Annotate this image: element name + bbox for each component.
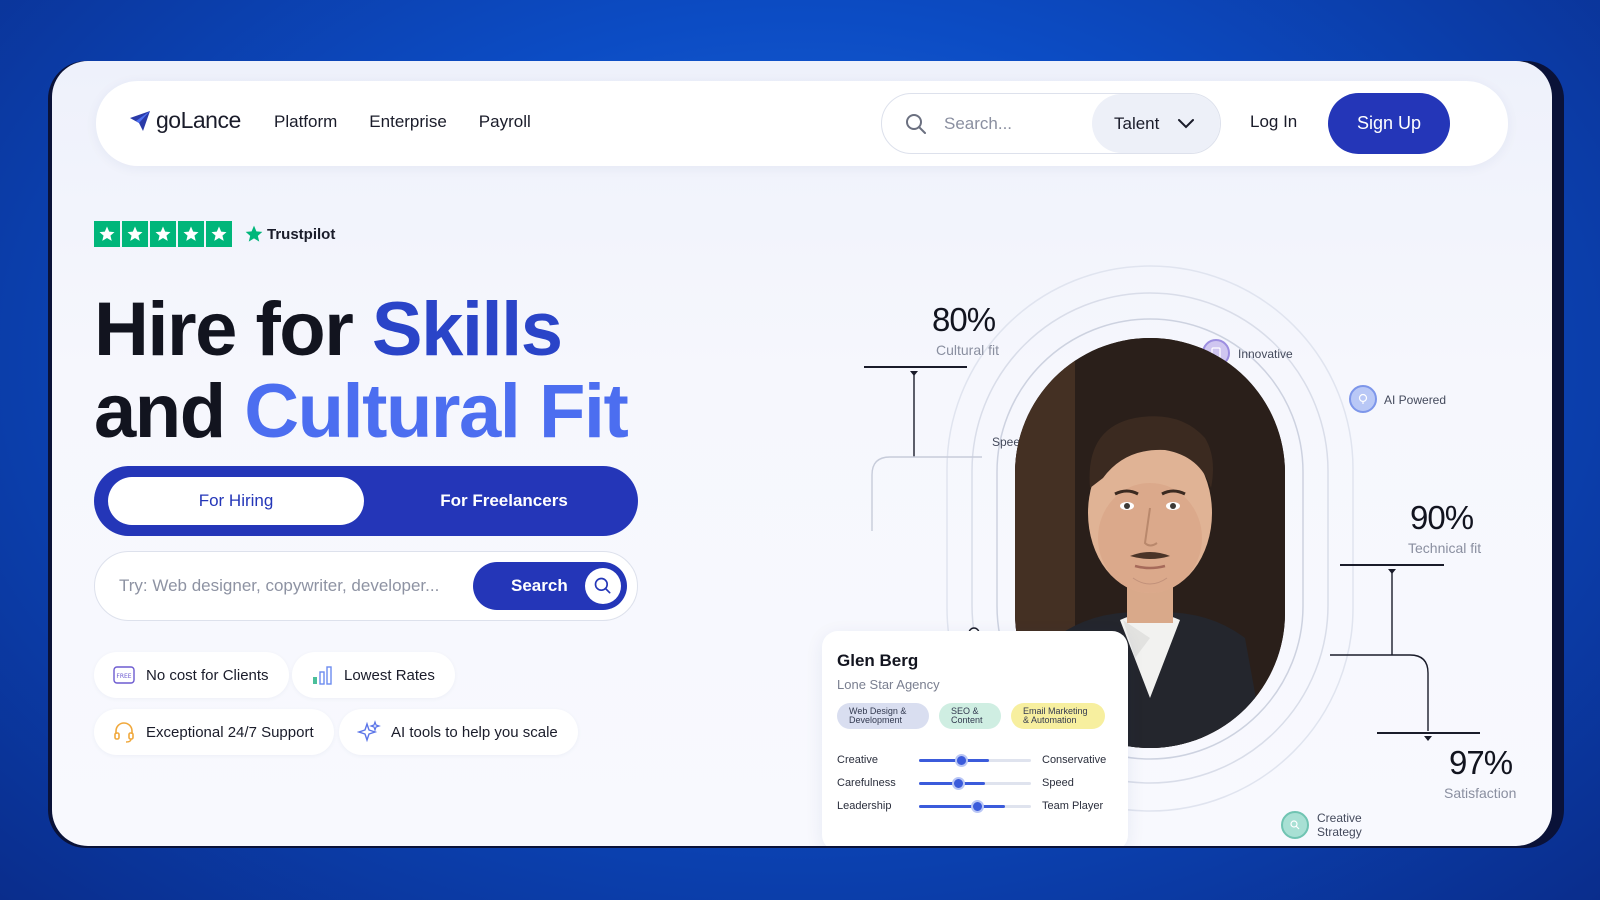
stat-technical-fit-value: 90% bbox=[1410, 499, 1474, 536]
trustpilot-rating[interactable]: Trustpilot bbox=[94, 221, 335, 247]
tag-creative-strategy: Creative Strategy bbox=[1317, 811, 1362, 839]
headset-icon bbox=[114, 722, 134, 743]
talent-dropdown[interactable]: Talent bbox=[1092, 94, 1220, 153]
trait-left-label: Leadership bbox=[837, 800, 892, 812]
star-icon bbox=[94, 221, 120, 247]
profile-name: Glen Berg bbox=[837, 651, 919, 670]
logo[interactable]: goLance bbox=[128, 107, 241, 134]
logo-icon bbox=[130, 110, 150, 131]
bar-chart-icon bbox=[313, 666, 332, 685]
slider-thumb bbox=[971, 800, 984, 813]
sparkle-icon bbox=[357, 720, 381, 743]
search-icon bbox=[906, 114, 926, 134]
headline-line2-blue: Cultural Fit bbox=[244, 369, 629, 454]
slider-fill bbox=[919, 759, 989, 762]
trustpilot-stars bbox=[94, 221, 232, 247]
feature-support: Exceptional 24/7 Support bbox=[94, 709, 334, 755]
headline-line1-blue: Skills bbox=[371, 287, 563, 372]
tag-innovative: Innovative bbox=[1238, 347, 1293, 361]
slider-thumb bbox=[952, 777, 965, 790]
feature-label: No cost for Clients bbox=[146, 666, 269, 684]
lightbulb-icon bbox=[1349, 385, 1377, 413]
top-navbar: goLance Platform Enterprise Payroll Tale… bbox=[96, 81, 1508, 166]
logo-text: goLance bbox=[156, 107, 241, 133]
login-link[interactable]: Log In bbox=[1250, 112, 1297, 132]
page-frame: goLance Platform Enterprise Payroll Tale… bbox=[52, 61, 1552, 846]
hero-search-input[interactable] bbox=[119, 572, 449, 600]
feature-label: Exceptional 24/7 Support bbox=[146, 723, 314, 741]
chevron-down-icon bbox=[1178, 118, 1195, 128]
nav-link-payroll[interactable]: Payroll bbox=[479, 112, 531, 132]
hero-search-button[interactable]: Search bbox=[473, 562, 627, 610]
stat-cultural-fit-label: Cultural fit bbox=[936, 342, 1000, 358]
stat-satisfaction-value: 97% bbox=[1449, 744, 1513, 781]
trait-right-label: Conservative bbox=[1042, 754, 1107, 766]
slider-thumb bbox=[955, 754, 968, 767]
trait-left-label: Carefulness bbox=[837, 777, 896, 789]
hero-headline: Hire for Skills and Cultural Fit bbox=[94, 287, 629, 454]
trait-right-label: Team Player bbox=[1042, 800, 1104, 812]
skill-chip: Email Marketing & Automation bbox=[1011, 703, 1105, 729]
trait-slider bbox=[919, 754, 1031, 767]
svg-text:FREE: FREE bbox=[116, 673, 131, 680]
headline-line2-dark: and bbox=[94, 369, 245, 454]
nav-search-bar: Talent bbox=[881, 93, 1221, 154]
creative-strategy-icon bbox=[1281, 811, 1309, 839]
audience-toggle: For Hiring For Freelancers bbox=[94, 466, 638, 536]
stat-cultural-fit-value: 80% bbox=[932, 301, 996, 338]
free-badge-icon: FREE bbox=[113, 666, 135, 684]
stat-technical-fit-label: Technical fit bbox=[1408, 540, 1482, 556]
hero-search-bar: Search bbox=[94, 551, 638, 621]
skill-chip: SEO & Content bbox=[939, 703, 1001, 729]
feature-label: Lowest Rates bbox=[344, 666, 435, 684]
nav-links: Platform Enterprise Payroll bbox=[274, 112, 531, 132]
trait-right-label: Speed bbox=[1042, 777, 1074, 789]
star-icon bbox=[150, 221, 176, 247]
talent-dropdown-label: Talent bbox=[1114, 113, 1160, 133]
skill-chip: Web Design & Development bbox=[837, 703, 929, 729]
trustpilot-logo: Trustpilot bbox=[244, 224, 335, 244]
star-icon bbox=[206, 221, 232, 247]
feature-ai-tools: AI tools to help you scale bbox=[339, 709, 578, 755]
tab-for-hiring[interactable]: For Hiring bbox=[108, 477, 364, 525]
feature-label: AI tools to help you scale bbox=[391, 723, 558, 741]
profile-card[interactable]: Glen Berg Lone Star Agency Web Design & … bbox=[822, 631, 1128, 846]
trait-left-label: Creative bbox=[837, 754, 878, 766]
tab-for-freelancers[interactable]: For Freelancers bbox=[394, 477, 614, 525]
nav-search-input[interactable] bbox=[944, 110, 1084, 138]
feature-no-cost: FREE No cost for Clients bbox=[94, 652, 289, 698]
feature-lowest-rates: Lowest Rates bbox=[292, 652, 455, 698]
slider-fill bbox=[919, 805, 1005, 808]
stat-satisfaction-label: Satisfaction bbox=[1444, 785, 1517, 801]
nav-link-enterprise[interactable]: Enterprise bbox=[369, 112, 446, 132]
trustpilot-star-icon bbox=[245, 225, 263, 242]
search-icon bbox=[585, 568, 621, 604]
star-icon bbox=[178, 221, 204, 247]
trustpilot-label: Trustpilot bbox=[267, 225, 336, 243]
trait-slider bbox=[919, 800, 1031, 813]
tag-ai-powered: AI Powered bbox=[1384, 393, 1447, 407]
star-icon bbox=[122, 221, 148, 247]
nav-link-platform[interactable]: Platform bbox=[274, 112, 337, 132]
headline-line1-dark: Hire for bbox=[94, 287, 372, 372]
trait-slider bbox=[919, 777, 1031, 790]
hero-search-button-label: Search bbox=[511, 576, 568, 595]
signup-button[interactable]: Sign Up bbox=[1328, 93, 1450, 154]
profile-org: Lone Star Agency bbox=[837, 677, 940, 692]
